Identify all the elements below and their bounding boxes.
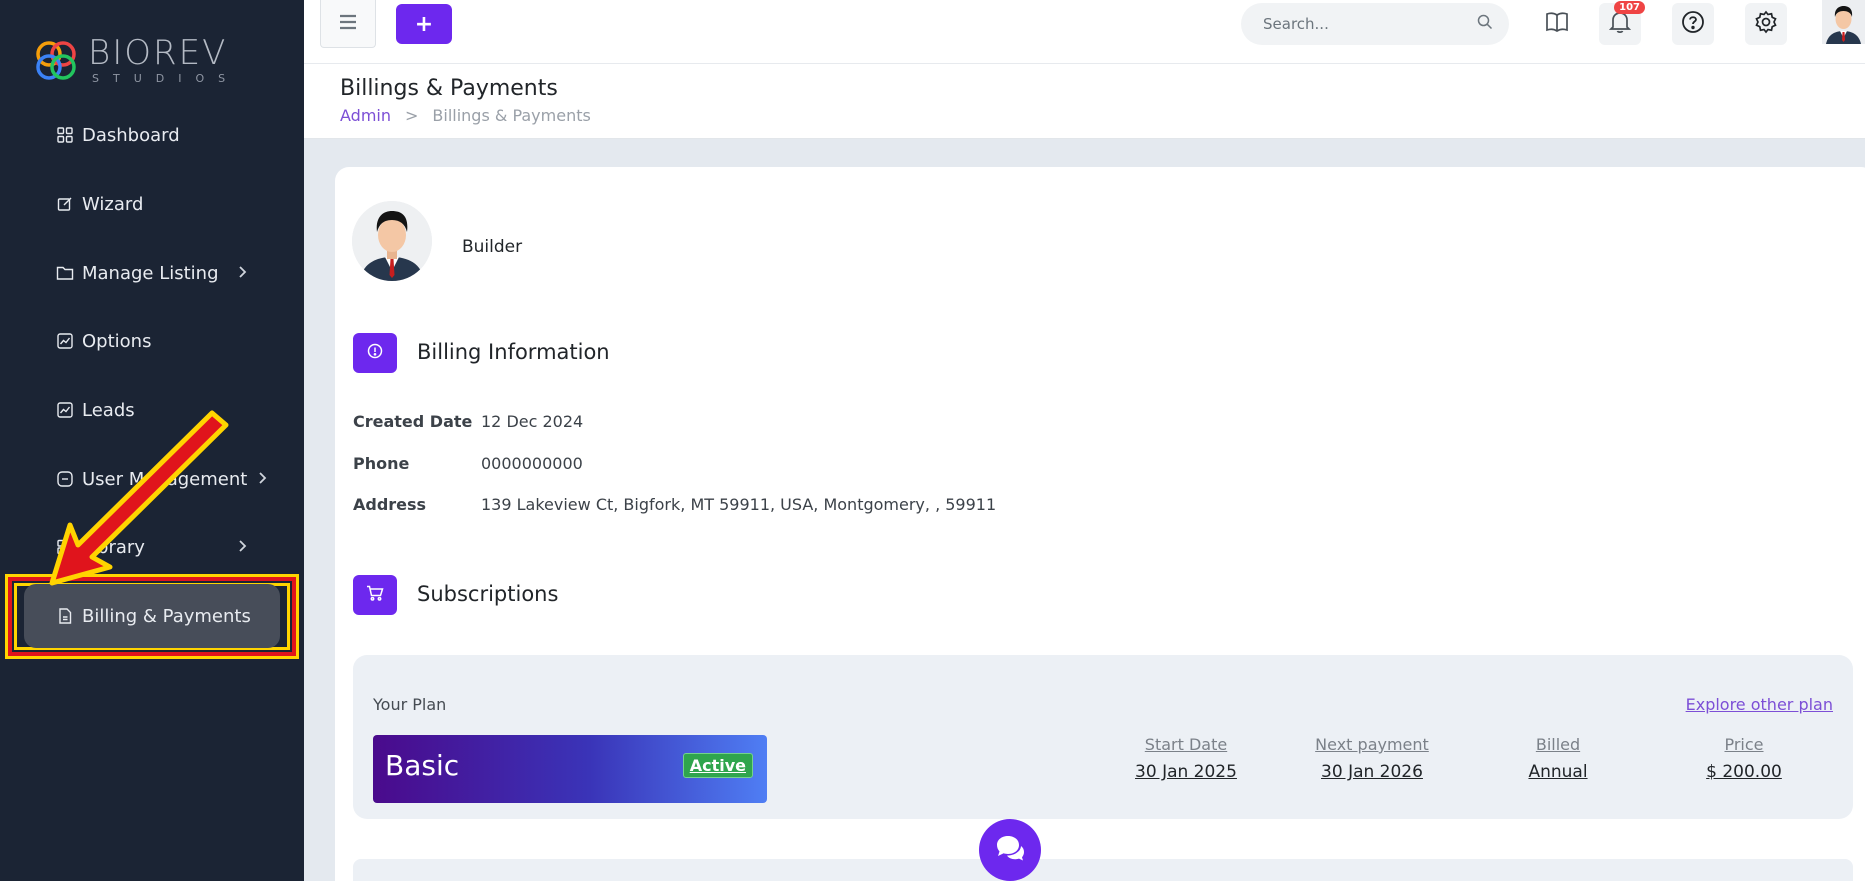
brand-sub: STUDIOS xyxy=(92,71,240,85)
sidebar-item-label: Wizard xyxy=(82,193,144,215)
info-value: 12 Dec 2024 xyxy=(481,412,584,431)
sidebar-item-label: Leads xyxy=(82,399,135,421)
settings-button[interactable] xyxy=(1745,3,1787,45)
sidebar-item-wizard[interactable]: Wizard xyxy=(24,172,280,236)
plan-status-badge[interactable]: Active xyxy=(682,753,753,778)
chat-button[interactable] xyxy=(979,819,1041,881)
menu-toggle-button[interactable] xyxy=(320,0,376,48)
sidebar-item-leads[interactable]: Leads xyxy=(24,378,280,442)
plan-badge: Basic Active xyxy=(373,735,767,803)
plan-start-date: Start Date 30 Jan 2025 xyxy=(1111,735,1261,782)
sidebar-item-label: User Management xyxy=(82,468,248,490)
info-value: 0000000000 xyxy=(481,454,583,473)
server-icon xyxy=(56,538,74,556)
search-input[interactable] xyxy=(1263,15,1477,33)
brand-logo[interactable]: BIOREV STUDIOS xyxy=(32,32,239,88)
sidebar-item-library[interactable]: Library xyxy=(24,515,280,579)
sidebar-item-label: Options xyxy=(82,330,152,352)
brand-logo-icon xyxy=(36,41,76,80)
user-avatar[interactable] xyxy=(1822,0,1865,44)
plan-col-header: Next payment xyxy=(1315,735,1429,754)
help-button[interactable] xyxy=(1672,3,1714,45)
cart-icon xyxy=(366,585,384,605)
avatar-image xyxy=(1822,0,1865,44)
explore-plans-link[interactable]: Explore other plan xyxy=(1686,695,1833,714)
breadcrumb-current: Billings & Payments xyxy=(432,106,591,125)
document-icon xyxy=(56,607,74,625)
plan-panel: Your Plan Explore other plan Basic Activ… xyxy=(353,655,1853,819)
plan-next-payment: Next payment 30 Jan 2026 xyxy=(1297,735,1447,782)
sidebar-item-options[interactable]: Options xyxy=(24,309,280,373)
info-row-address: Address 139 Lakeview Ct, Bigfork, MT 599… xyxy=(353,495,996,514)
chevron-right-icon xyxy=(238,537,248,558)
plan-col-header: Billed xyxy=(1535,735,1581,754)
sidebar-item-dashboard[interactable]: Dashboard xyxy=(24,103,280,167)
hamburger-icon xyxy=(339,14,357,34)
notification-count-badge: 107 xyxy=(1614,1,1645,14)
sidebar: BIOREV STUDIOS Dashboard Wizard Manage L… xyxy=(0,0,304,881)
chevron-right-icon xyxy=(258,469,268,490)
plan-billed: Billed Annual xyxy=(1483,735,1633,782)
avatar-image xyxy=(352,201,432,281)
info-label: Address xyxy=(353,495,427,514)
notifications-button[interactable]: 107 xyxy=(1599,1,1645,45)
sidebar-item-label: Library xyxy=(82,536,145,558)
user-minus-icon xyxy=(56,470,74,488)
chat-icon xyxy=(995,835,1025,865)
plan-price: Price $ 200.00 xyxy=(1669,735,1819,782)
search-icon[interactable] xyxy=(1477,14,1493,34)
plan-col-value: 30 Jan 2025 xyxy=(1135,762,1237,782)
search-box[interactable] xyxy=(1241,3,1509,45)
breadcrumb: Admin > Billings & Payments xyxy=(340,106,591,125)
info-row-created-date: Created Date 12 Dec 2024 xyxy=(353,412,583,431)
breadcrumb-admin-link[interactable]: Admin xyxy=(340,106,391,125)
page-header: Billings & Payments Admin > Billings & P… xyxy=(304,64,1865,139)
topbar: + 107 xyxy=(304,0,1865,64)
sidebar-item-billing-payments[interactable]: Billing & Payments xyxy=(24,584,280,648)
book-icon xyxy=(1545,11,1569,37)
docs-button[interactable] xyxy=(1536,3,1578,45)
bell-icon xyxy=(1608,10,1632,38)
sidebar-item-label: Dashboard xyxy=(82,124,180,146)
table-header-strip xyxy=(353,859,1853,881)
subscriptions-title: Subscriptions xyxy=(417,582,559,606)
billing-card: Builder Billing Information Created Date… xyxy=(335,167,1865,881)
plan-col-value: Annual xyxy=(1528,762,1588,782)
help-icon xyxy=(1681,10,1705,38)
plan-col-header: Start Date xyxy=(1144,735,1228,754)
profile-avatar xyxy=(352,201,432,281)
edit-icon xyxy=(56,195,74,213)
gear-icon xyxy=(1754,10,1778,38)
billing-info-badge xyxy=(353,333,397,373)
info-label: Created Date xyxy=(353,412,473,431)
info-value: 139 Lakeview Ct, Bigfork, MT 59911, USA,… xyxy=(481,495,997,514)
sidebar-item-label: Billing & Payments xyxy=(82,605,251,627)
chart-icon xyxy=(56,332,74,350)
info-label: Phone xyxy=(353,454,410,473)
plan-col-header: Price xyxy=(1724,735,1764,754)
plan-name: Basic xyxy=(385,749,460,782)
plan-col-value: $ 200.00 xyxy=(1706,762,1782,782)
breadcrumb-separator: > xyxy=(405,106,419,125)
sidebar-item-label: Manage Listing xyxy=(82,262,219,284)
plan-col-value: 30 Jan 2026 xyxy=(1321,762,1423,782)
add-button[interactable]: + xyxy=(396,4,452,44)
chevron-right-icon xyxy=(238,263,248,284)
folder-icon xyxy=(56,264,74,282)
brand-name: BIOREV xyxy=(88,32,228,73)
billing-info-title: Billing Information xyxy=(417,340,610,364)
grid-icon xyxy=(56,126,74,144)
subscriptions-badge xyxy=(353,575,397,615)
page-title: Billings & Payments xyxy=(340,76,558,101)
your-plan-label: Your Plan xyxy=(373,695,447,714)
sidebar-item-manage-listing[interactable]: Manage Listing xyxy=(24,241,280,305)
info-circle-icon xyxy=(367,343,383,363)
profile-name: Builder xyxy=(462,237,523,257)
sidebar-item-user-management[interactable]: User Management xyxy=(24,447,280,511)
info-row-phone: Phone 0000000000 xyxy=(353,454,583,473)
chart-icon xyxy=(56,401,74,419)
